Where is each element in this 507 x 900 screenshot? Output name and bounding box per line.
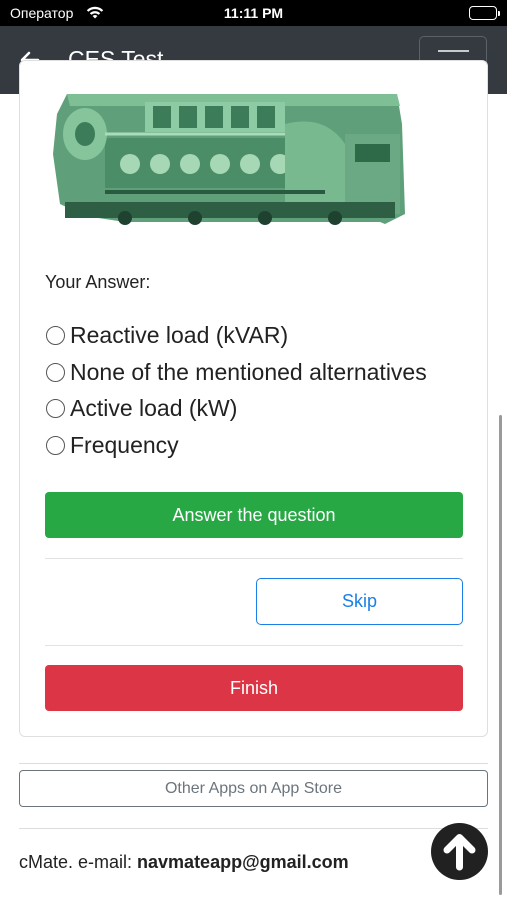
divider <box>45 558 463 559</box>
battery-icon <box>469 6 500 20</box>
other-apps-button[interactable]: Other Apps on App Store <box>19 770 488 807</box>
option-reactive-load[interactable]: Reactive load (kVAR) <box>45 320 288 350</box>
footer-email-link[interactable]: navmateapp@gmail.com <box>137 852 349 872</box>
finish-button[interactable]: Finish <box>45 665 463 711</box>
option-label: None of the mentioned alternatives <box>70 358 427 385</box>
radio-button[interactable] <box>46 398 65 418</box>
divider <box>45 645 463 646</box>
clock-time: 11:11 PM <box>223 5 284 21</box>
option-active-load[interactable]: Active load (kW) <box>45 393 237 423</box>
option-label: Active load (kW) <box>70 394 238 421</box>
radio-button[interactable] <box>46 325 65 345</box>
radio-button[interactable] <box>46 362 65 382</box>
footer-prefix: cMate. e-mail: <box>19 852 138 872</box>
option-frequency[interactable]: Frequency <box>45 430 179 460</box>
divider <box>19 828 488 829</box>
option-label: Frequency <box>70 431 179 458</box>
answer-question-button[interactable]: Answer the question <box>45 492 463 538</box>
arrow-up-circle-icon[interactable] <box>431 823 488 880</box>
option-label: Reactive load (kVAR) <box>70 321 289 348</box>
skip-button[interactable]: Skip <box>256 578 463 625</box>
option-none-of-mentioned[interactable]: None of the mentioned alternatives <box>45 357 427 387</box>
diesel-generator-engine-image <box>45 94 412 266</box>
answer-label: Your Answer: <box>45 272 151 292</box>
status-bar: Оператор 11:11 PM <box>0 0 507 26</box>
divider <box>19 763 488 764</box>
scrollbar[interactable] <box>499 415 502 895</box>
footer-contact: cMate. e-mail: navmateapp@gmail.com <box>19 852 349 873</box>
radio-button[interactable] <box>46 435 65 455</box>
